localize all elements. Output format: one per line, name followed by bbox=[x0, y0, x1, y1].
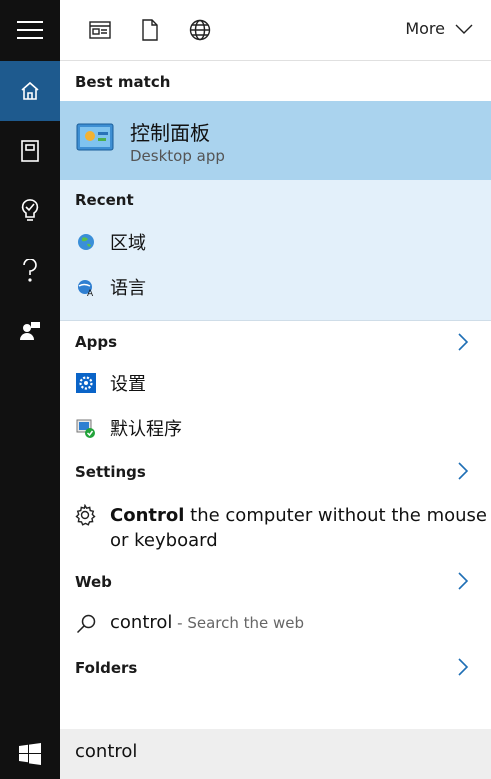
svg-text:A: A bbox=[87, 289, 94, 297]
web-filter-icon[interactable] bbox=[188, 18, 212, 42]
web-query-suffix: - Search the web bbox=[172, 614, 305, 632]
recent-heading: Recent bbox=[75, 191, 134, 209]
settings-result-ease-of-access[interactable]: Control the computer without the mouse o… bbox=[74, 503, 487, 553]
lightbulb-icon bbox=[21, 199, 39, 221]
app-item-default-programs[interactable]: 默认程序 bbox=[74, 415, 182, 441]
recent-item-language[interactable]: A 语言 bbox=[74, 274, 146, 300]
best-match-heading: Best match bbox=[75, 73, 171, 91]
search-query-text: control bbox=[75, 741, 138, 762]
web-heading[interactable]: Web bbox=[75, 573, 112, 591]
start-button[interactable] bbox=[0, 729, 60, 779]
best-match-subtitle: Desktop app bbox=[130, 147, 225, 165]
search-input[interactable]: control bbox=[60, 729, 491, 779]
more-filters-dropdown[interactable]: More bbox=[405, 19, 473, 38]
language-icon: A bbox=[78, 280, 94, 297]
globe-region-icon bbox=[78, 234, 94, 250]
recent-item-region[interactable]: 区域 bbox=[74, 229, 146, 255]
filter-bar: More bbox=[60, 0, 491, 61]
best-match-result-control-panel[interactable]: 控制面板 Desktop app bbox=[60, 101, 491, 180]
settings-gear-icon bbox=[76, 373, 96, 393]
best-match-title: 控制面板 bbox=[130, 121, 210, 145]
left-rail bbox=[0, 0, 60, 779]
folders-chevron-right-icon[interactable] bbox=[457, 658, 469, 676]
settings-result-bold: Control bbox=[110, 505, 185, 526]
question-mark-icon bbox=[23, 259, 37, 282]
notebook-icon bbox=[21, 140, 39, 162]
home-icon bbox=[21, 81, 39, 100]
chevron-down-icon bbox=[455, 24, 473, 34]
feedback-button[interactable] bbox=[0, 301, 60, 361]
hamburger-menu-button[interactable] bbox=[0, 0, 60, 60]
help-button[interactable] bbox=[0, 241, 60, 301]
notebook-button[interactable] bbox=[0, 121, 60, 181]
windows-logo-icon bbox=[19, 743, 41, 765]
web-chevron-right-icon[interactable] bbox=[457, 572, 469, 590]
home-button[interactable] bbox=[0, 61, 60, 121]
documents-filter-icon[interactable] bbox=[138, 18, 162, 42]
feedback-person-icon bbox=[20, 322, 40, 340]
recent-item-label: 语言 bbox=[110, 278, 146, 299]
more-label: More bbox=[405, 19, 445, 38]
default-programs-icon bbox=[76, 419, 95, 438]
gear-icon bbox=[75, 504, 96, 526]
recent-item-label: 区域 bbox=[110, 233, 146, 254]
app-item-settings[interactable]: 设置 bbox=[74, 370, 146, 396]
folders-heading[interactable]: Folders bbox=[75, 659, 137, 677]
apps-filter-icon[interactable] bbox=[88, 18, 112, 42]
settings-result-text: the computer without the mouse bbox=[184, 505, 487, 526]
app-item-label: 设置 bbox=[110, 374, 146, 395]
control-panel-icon bbox=[76, 123, 114, 151]
apps-chevron-right-icon[interactable] bbox=[457, 333, 469, 351]
app-item-label: 默认程序 bbox=[110, 419, 182, 440]
hamburger-icon bbox=[17, 21, 43, 39]
search-icon bbox=[76, 614, 96, 634]
reminders-button[interactable] bbox=[0, 181, 60, 241]
settings-heading[interactable]: Settings bbox=[75, 463, 146, 481]
apps-heading[interactable]: Apps bbox=[75, 333, 117, 351]
web-search-suggestion[interactable]: control - Search the web bbox=[74, 612, 474, 638]
settings-result-text-line2: or keyboard bbox=[110, 530, 218, 551]
settings-chevron-right-icon[interactable] bbox=[457, 462, 469, 480]
web-query: control bbox=[110, 612, 173, 633]
